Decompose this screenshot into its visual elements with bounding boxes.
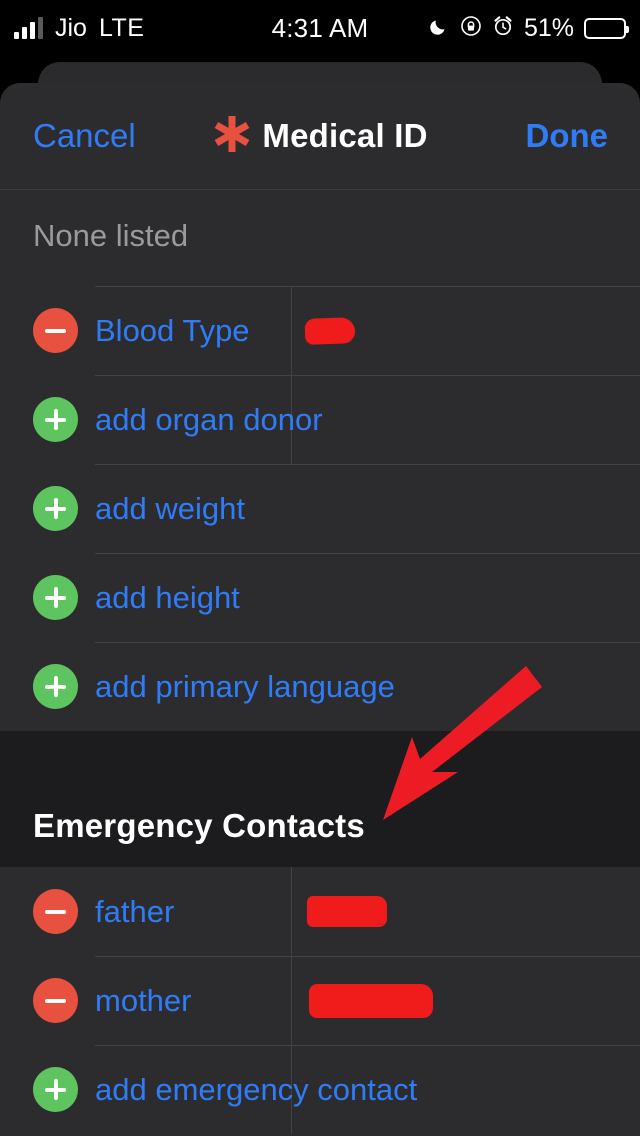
redacted-value — [309, 983, 433, 1018]
emergency-contact-row-add[interactable]: add emergency contact — [0, 1045, 640, 1134]
remove-blood-type-button[interactable] — [33, 308, 78, 353]
navigation-bar: Cancel Medical ID Done — [0, 83, 640, 190]
emergency-contacts-section-header: Emergency Contacts — [0, 731, 640, 867]
medical-row-add-organ-donor[interactable]: add organ donor — [0, 375, 640, 464]
medical-row-blood-type[interactable]: Blood Type — [0, 286, 640, 375]
remove-father-contact-button[interactable] — [33, 889, 78, 934]
row-separator — [95, 286, 640, 287]
row-column-divider — [291, 956, 292, 1045]
status-bar: Jio LTE 4:31 AM 51% — [0, 0, 640, 56]
row-separator — [95, 464, 640, 465]
medical-row-label: add primary language — [95, 668, 395, 704]
moon-icon — [428, 15, 450, 42]
done-button[interactable]: Done — [526, 117, 609, 155]
emergency-contact-label: father — [95, 893, 175, 929]
add-organ-donor-button[interactable] — [33, 397, 78, 442]
row-separator — [95, 642, 640, 643]
add-weight-button[interactable] — [33, 486, 78, 531]
emergency-contact-label: add emergency contact — [95, 1071, 418, 1107]
medical-row-add-height[interactable]: add height — [0, 553, 640, 642]
medical-row-add-primary-language[interactable]: add primary language — [0, 642, 640, 731]
redacted-value — [307, 896, 387, 927]
medical-row-add-weight[interactable]: add weight — [0, 464, 640, 553]
medical-info-list: None listed Blood Type add organ donor a… — [0, 190, 640, 731]
medical-id-sheet: Cancel Medical ID Done None listed Blood… — [0, 83, 640, 1136]
medical-row-label: add height — [95, 579, 240, 615]
emergency-contacts-list: father mother add emergency contact — [0, 867, 640, 1134]
alarm-clock-icon — [492, 15, 514, 42]
row-separator — [95, 1045, 640, 1046]
battery-icon — [584, 17, 629, 39]
row-separator — [95, 375, 640, 376]
medical-row-label: Blood Type — [95, 312, 250, 348]
redacted-value — [304, 316, 356, 345]
page-title: Medical ID — [262, 117, 428, 154]
add-emergency-contact-button[interactable] — [33, 1067, 78, 1112]
emergency-contact-label: mother — [95, 982, 192, 1018]
medical-id-star-icon — [212, 112, 252, 161]
emergency-contact-row-father[interactable]: father — [0, 867, 640, 956]
row-separator — [95, 553, 640, 554]
row-separator — [95, 956, 640, 957]
add-primary-language-button[interactable] — [33, 664, 78, 709]
section-title: Emergency Contacts — [33, 807, 365, 844]
row-column-divider — [291, 286, 292, 375]
status-bar-right: 51% — [428, 14, 640, 43]
medical-row-label: add weight — [95, 490, 245, 526]
phone-screen: Jio LTE 4:31 AM 51% Cancel Medical ID Do… — [0, 0, 640, 1136]
row-column-divider — [291, 867, 292, 956]
battery-percent-label: 51% — [523, 13, 574, 42]
none-listed-text: None listed — [33, 218, 189, 253]
remove-mother-contact-button[interactable] — [33, 978, 78, 1023]
emergency-contact-row-mother[interactable]: mother — [0, 956, 640, 1045]
medical-row-label: add organ donor — [95, 401, 323, 437]
rotation-lock-icon — [460, 15, 482, 42]
add-height-button[interactable] — [33, 575, 78, 620]
